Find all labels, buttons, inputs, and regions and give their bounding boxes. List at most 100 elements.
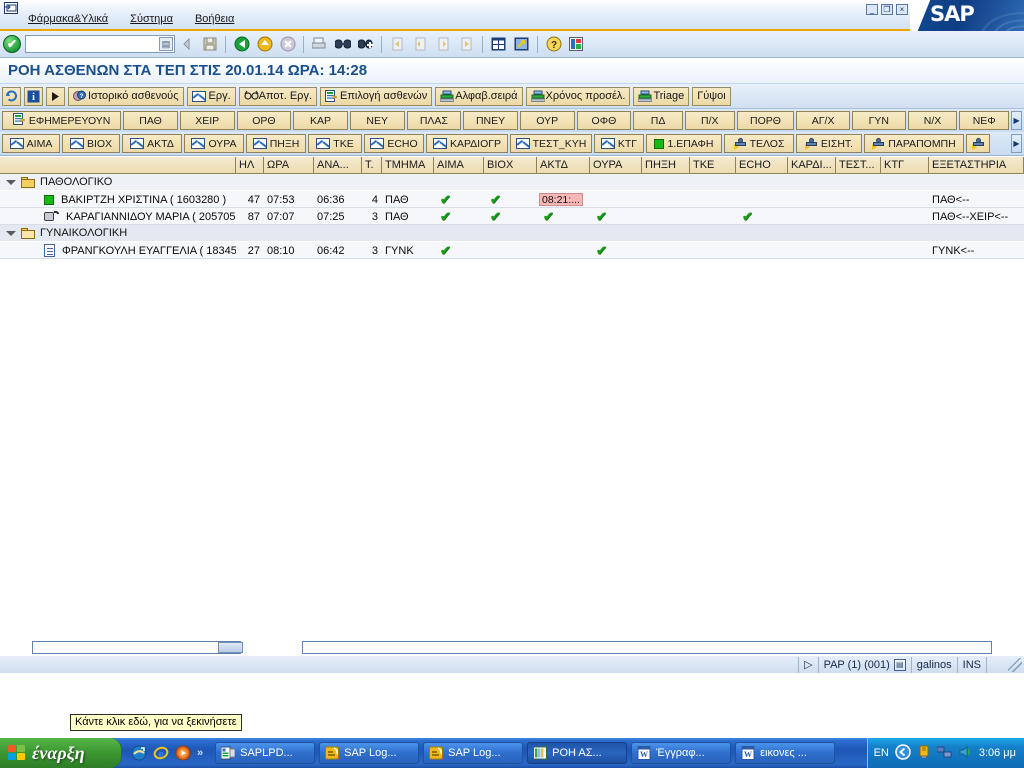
cell-age[interactable]: 47 xyxy=(236,191,264,208)
department-tab-καρ[interactable]: ΚΑΡ xyxy=(293,111,348,130)
exam-tab-ακτδ[interactable]: ΑΚΤΔ xyxy=(122,134,182,153)
alphabetical-order-button[interactable]: Αλφαβ.σειρά xyxy=(435,86,523,106)
info-button[interactable]: i xyxy=(24,86,43,106)
department-tab-αγχ[interactable]: ΑΓ/Χ xyxy=(796,111,850,130)
table-row[interactable]: ΦΡΑΝΓΚΟΥΛΗ ΕΥΑΓΓΕΛΙΑ ( 18345 27 08:10 06:42… xyxy=(0,242,1024,259)
exam-tab-καρδιογρ[interactable]: ΚΑΡΔΙΟΓΡ xyxy=(426,134,508,153)
usb-safe-icon[interactable] xyxy=(917,745,931,762)
cell-time[interactable]: 07:53 xyxy=(264,191,314,208)
select-patients-button[interactable]: Επιλογή ασθενών xyxy=(320,86,433,106)
next-page-icon[interactable] xyxy=(433,34,454,54)
exam-tab-πηξη[interactable]: ΠΗΞΗ xyxy=(246,134,306,153)
cell-kardi[interactable] xyxy=(788,208,836,225)
exit-yellow-icon[interactable] xyxy=(254,34,275,54)
department-tab-χειρ[interactable]: ΧΕΙΡ xyxy=(179,111,235,130)
exam-tab-τκε[interactable]: ΤΚΕ xyxy=(308,134,362,153)
tray-language-indicator[interactable]: EN xyxy=(874,747,889,759)
expander-triangle-icon[interactable] xyxy=(6,179,16,185)
cell-t[interactable]: 3 xyxy=(362,242,382,259)
grid-group-row[interactable]: ΓΥΝΑΙΚΟΛΟΓΙΚΗ xyxy=(0,225,1024,242)
cell-tke[interactable] xyxy=(690,242,736,259)
casts-button[interactable]: Γύψοι xyxy=(692,86,731,106)
grid-group-row[interactable]: ΠΑΘΟΛΟΓΙΚΟ xyxy=(0,174,1024,191)
cell-aima[interactable]: ✔ xyxy=(434,208,484,225)
cell-rooms[interactable]: ΓΥΝΚ<-- xyxy=(929,242,1024,259)
cell-test[interactable] xyxy=(836,242,881,259)
status-system-info[interactable]: PAP (1) (001) ▤ xyxy=(817,656,911,673)
layout-menu-icon[interactable] xyxy=(566,34,587,54)
cell-ana[interactable]: 07:25 xyxy=(314,208,362,225)
refresh-button[interactable] xyxy=(2,86,21,106)
taskbar-button-1[interactable]: SAP Log... xyxy=(319,742,420,764)
department-tab-ουρ[interactable]: ΟΥΡ xyxy=(519,111,575,130)
taskbar-button-4[interactable]: W Έγγραφ... xyxy=(631,742,732,764)
cell-age[interactable]: 87 xyxy=(236,208,264,225)
grid-column-header-echo[interactable]: ECHO xyxy=(736,157,788,173)
department-tab-πλας[interactable]: ΠΛΑΣ xyxy=(406,111,462,130)
print-icon[interactable] xyxy=(309,34,330,54)
grid-column-header-ακτδ[interactable]: ΑΚΤΔ xyxy=(537,157,590,173)
exam-tab-echo[interactable]: ECHO xyxy=(364,134,424,153)
taskbar-clock[interactable]: 3:06 μμ xyxy=(979,747,1016,759)
system-menu-icon[interactable]: ▤ xyxy=(893,658,906,671)
cell-ktg[interactable] xyxy=(881,208,929,225)
cell-age[interactable]: 27 xyxy=(236,242,264,259)
cell-pixi[interactable] xyxy=(642,242,690,259)
table-row[interactable]: ΒΑΚΙΡΤΖΗ ΧΡΙΣΤΙΝΑ ( 1603280 ) 47 07:53 06:3… xyxy=(0,191,1024,208)
grid-column-header-ωρα[interactable]: ΩΡΑ xyxy=(264,157,314,173)
department-tab-πορθ[interactable]: ΠΟΡΘ xyxy=(736,111,795,130)
lab-results-button[interactable]: Αποτ. Εργ. xyxy=(238,86,317,106)
cell-t[interactable]: 4 xyxy=(362,191,382,208)
department-scroll-right-icon[interactable]: ▶ xyxy=(1011,111,1022,130)
command-input[interactable] xyxy=(26,37,158,51)
resize-grip[interactable] xyxy=(1008,657,1022,672)
department-tab-νευ[interactable]: ΝΕΥ xyxy=(349,111,405,130)
play-button[interactable] xyxy=(46,86,65,106)
command-field-dropdown-icon[interactable]: ▤ xyxy=(159,37,173,51)
patient-name-cell[interactable]: ΚΑΡΑΓΙΑΝΝΙΔΟΥ ΜΑΡΙΑ ( 2057052 xyxy=(0,208,236,225)
taskbar-button-3[interactable]: ΡΟΗ ΑΣ... xyxy=(527,742,628,764)
cell-echo[interactable]: ✔ xyxy=(736,208,788,225)
cancel-icon[interactable] xyxy=(277,34,298,54)
find-next-icon[interactable] xyxy=(355,34,376,54)
cell-ana[interactable]: 06:42 xyxy=(314,242,362,259)
shortcut-icon[interactable] xyxy=(511,34,532,54)
grid-column-header-name[interactable] xyxy=(0,157,236,173)
cell-t[interactable]: 3 xyxy=(362,208,382,225)
taskbar-button-5[interactable]: Wεικονες ... xyxy=(735,742,836,764)
department-tab-παθ[interactable]: ΠΑΘ xyxy=(123,111,178,130)
expander-triangle-icon[interactable] xyxy=(6,230,16,236)
new-window-icon[interactable] xyxy=(488,34,509,54)
last-page-icon[interactable] xyxy=(456,34,477,54)
exam-scroll-right-icon[interactable]: ▶ xyxy=(1011,134,1022,153)
find-icon[interactable] xyxy=(332,34,353,54)
internet-explorer-icon[interactable]: e xyxy=(153,745,169,761)
minimize-button[interactable]: _ xyxy=(866,4,878,15)
taskbar-button-0[interactable]: SAPLPD... xyxy=(215,742,316,764)
cell-kardi[interactable] xyxy=(788,191,836,208)
cell-kardi[interactable] xyxy=(788,242,836,259)
department-tab-εφημερευουν[interactable]: ΕΦΗΜΕΡΕΥΟΥΝ xyxy=(2,111,122,130)
previous-page-icon[interactable] xyxy=(410,34,431,54)
exam-tab-εισητ[interactable]: ΕΙΣΗΤ. xyxy=(796,134,862,153)
restore-button[interactable]: ❐ xyxy=(881,4,893,15)
scroll-track-1[interactable] xyxy=(31,641,243,654)
command-field[interactable]: ▤ xyxy=(25,35,175,53)
first-page-icon[interactable] xyxy=(387,34,408,54)
start-button[interactable]: έναρξη xyxy=(0,738,122,768)
department-tab-νεφ[interactable]: ΝΕΦ xyxy=(959,111,1010,130)
status-expand-arrow[interactable]: ▷ xyxy=(798,656,817,673)
arrival-time-button[interactable]: Χρόνος προσέλ. xyxy=(525,86,631,106)
ok-check-icon[interactable]: ✔ xyxy=(3,35,21,53)
cell-tke[interactable] xyxy=(690,191,736,208)
back-arrow-tray-icon[interactable] xyxy=(895,743,911,763)
exam-tab-1επαφη[interactable]: 1.ΕΠΑΦΗ xyxy=(646,134,722,153)
lab-button[interactable]: Εργ. xyxy=(186,86,236,106)
triage-button[interactable]: Triage xyxy=(633,86,690,106)
grid-column-header-κτγ[interactable]: ΚΤΓ xyxy=(881,157,929,173)
volume-icon[interactable] xyxy=(958,745,973,762)
menu-item-voitheia[interactable]: Βοήθεια xyxy=(195,13,234,25)
grid-column-header-πηξη[interactable]: ΠΗΞΗ xyxy=(642,157,690,173)
cell-echo[interactable] xyxy=(736,191,788,208)
cell-dept[interactable]: ΠΑΘ xyxy=(382,191,434,208)
